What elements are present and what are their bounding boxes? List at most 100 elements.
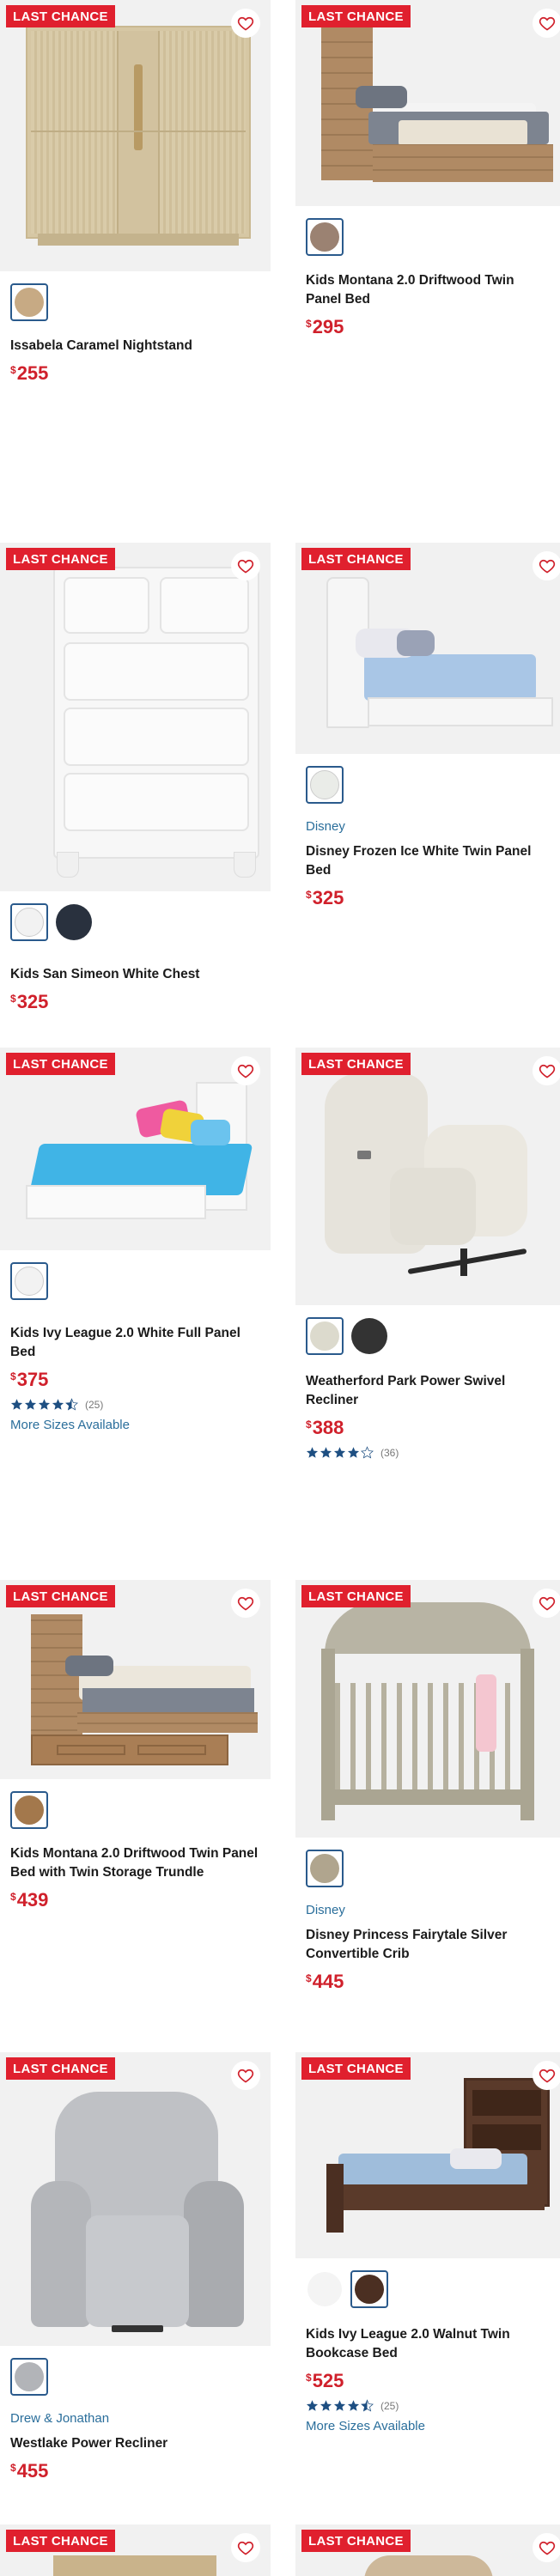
- product-rating[interactable]: (25): [306, 2399, 550, 2412]
- color-swatch[interactable]: [55, 903, 93, 941]
- star-full-icon: [38, 1399, 51, 1410]
- color-swatch[interactable]: [306, 766, 344, 804]
- price-value: 445: [312, 1971, 344, 1992]
- product-image[interactable]: LAST CHANCE: [0, 543, 271, 891]
- swatch-color-dot: [310, 222, 339, 252]
- color-swatches: [10, 903, 271, 941]
- star-full-icon: [320, 2400, 332, 2411]
- product-card[interactable]: LAST CHANCE Issabela Caramel Nightstand …: [0, 0, 271, 385]
- product-image[interactable]: LAST CHANCE: [295, 1580, 560, 1838]
- last-chance-badge: LAST CHANCE: [6, 5, 115, 27]
- product-image[interactable]: LAST CHANCE: [0, 2524, 271, 2576]
- more-sizes-link[interactable]: More Sizes Available: [10, 1418, 260, 1432]
- price-value: 388: [312, 1417, 344, 1438]
- swatch-color-dot: [310, 1321, 339, 1351]
- color-swatch[interactable]: [10, 1262, 48, 1300]
- product-price: $325: [306, 887, 550, 909]
- last-chance-badge: LAST CHANCE: [6, 548, 115, 570]
- star-full-icon: [320, 1447, 332, 1458]
- product-card[interactable]: LAST CHANCE Kids San Simeon White Chest …: [0, 543, 271, 1013]
- product-rating[interactable]: (36): [306, 1446, 550, 1459]
- color-swatch[interactable]: [10, 283, 48, 321]
- product-title[interactable]: Disney Frozen Ice White Twin Panel Bed: [306, 842, 550, 880]
- product-card[interactable]: LAST CHANCE Drew & Jonathan Westlake Pow…: [0, 2052, 271, 2482]
- product-image[interactable]: LAST CHANCE: [295, 543, 560, 754]
- favorite-heart-icon[interactable]: [533, 2061, 560, 2090]
- color-swatch[interactable]: [10, 2358, 48, 2396]
- color-swatch[interactable]: [10, 1791, 48, 1829]
- review-count: (25): [85, 1398, 104, 1411]
- favorite-heart-icon[interactable]: [533, 9, 560, 38]
- product-card[interactable]: LAST CHANCE: [0, 2524, 271, 2576]
- color-swatch[interactable]: [350, 2270, 388, 2308]
- last-chance-badge: LAST CHANCE: [301, 1053, 411, 1075]
- product-image[interactable]: LAST CHANCE: [295, 2052, 560, 2258]
- product-card[interactable]: LAST CHANCE Kids Ivy League 2.0 Walnut T…: [295, 2052, 560, 2433]
- product-card[interactable]: LAST CHANCE: [295, 2524, 560, 2576]
- product-card[interactable]: LAST CHANCE Disney Disney Frozen Ice Whi…: [295, 543, 560, 909]
- currency-symbol: $: [306, 318, 312, 330]
- favorite-heart-icon[interactable]: [533, 2533, 560, 2562]
- product-title[interactable]: Weatherford Park Power Swivel Recliner: [306, 1372, 550, 1410]
- product-card[interactable]: LAST CHANCE Kids Montana 2.0 Driftwood T…: [295, 0, 560, 338]
- product-card[interactable]: LAST CHANCE Kids Montana 2.0 Driftwood T…: [0, 1580, 271, 1911]
- favorite-heart-icon[interactable]: [231, 2533, 260, 2562]
- product-title[interactable]: Westlake Power Recliner: [10, 2434, 260, 2453]
- swatch-color-dot: [351, 1318, 387, 1354]
- rating-stars: [306, 2399, 374, 2412]
- star-full-icon: [347, 1447, 360, 1458]
- last-chance-badge: LAST CHANCE: [6, 1053, 115, 1075]
- last-chance-badge: LAST CHANCE: [301, 548, 411, 570]
- favorite-heart-icon[interactable]: [231, 9, 260, 38]
- product-rating[interactable]: (25): [10, 1398, 260, 1411]
- favorite-heart-icon[interactable]: [231, 1056, 260, 1085]
- product-title[interactable]: Kids Montana 2.0 Driftwood Twin Panel Be…: [306, 271, 550, 309]
- favorite-heart-icon[interactable]: [231, 1589, 260, 1618]
- product-title[interactable]: Kids Ivy League 2.0 White Full Panel Bed: [10, 1324, 260, 1362]
- color-swatch[interactable]: [306, 2270, 344, 2308]
- currency-symbol: $: [10, 993, 16, 1005]
- last-chance-badge: LAST CHANCE: [6, 2057, 115, 2080]
- product-brand[interactable]: Disney: [306, 1903, 550, 1917]
- star-full-icon: [306, 2400, 319, 2411]
- product-title[interactable]: Kids Montana 2.0 Driftwood Twin Panel Be…: [10, 1844, 260, 1882]
- product-image[interactable]: LAST CHANCE: [0, 2052, 271, 2346]
- more-sizes-link[interactable]: More Sizes Available: [306, 2419, 550, 2433]
- product-image[interactable]: LAST CHANCE: [0, 0, 271, 271]
- product-image[interactable]: LAST CHANCE: [0, 1048, 271, 1250]
- product-title[interactable]: Issabela Caramel Nightstand: [10, 337, 260, 355]
- color-swatch[interactable]: [306, 1850, 344, 1887]
- product-card[interactable]: LAST CHANCE Disney Disney Princess Fairy…: [295, 1580, 560, 1993]
- product-brand[interactable]: Disney: [306, 819, 550, 834]
- product-title[interactable]: Disney Princess Fairytale Silver Convert…: [306, 1926, 550, 1964]
- color-swatches: [10, 2358, 271, 2396]
- star-full-icon: [24, 1399, 37, 1410]
- price-value: 455: [16, 2460, 49, 2482]
- product-brand[interactable]: Drew & Jonathan: [10, 2411, 260, 2426]
- product-image[interactable]: LAST CHANCE: [295, 1048, 560, 1305]
- color-swatch[interactable]: [10, 903, 48, 941]
- product-image[interactable]: LAST CHANCE: [295, 0, 560, 206]
- product-title[interactable]: Kids Ivy League 2.0 Walnut Twin Bookcase…: [306, 2325, 550, 2363]
- product-title[interactable]: Kids San Simeon White Chest: [10, 965, 260, 984]
- price-value: 295: [312, 316, 344, 337]
- color-swatch[interactable]: [350, 1317, 388, 1355]
- last-chance-badge: LAST CHANCE: [6, 2530, 115, 2552]
- color-swatch[interactable]: [306, 218, 344, 256]
- product-card[interactable]: LAST CHANCE Weatherford Park Power Swive…: [295, 1048, 560, 1459]
- favorite-heart-icon[interactable]: [533, 551, 560, 580]
- review-count: (36): [380, 1446, 399, 1459]
- currency-symbol: $: [10, 364, 16, 376]
- product-card[interactable]: LAST CHANCE Kids Ivy League 2.0 White Fu…: [0, 1048, 271, 1432]
- favorite-heart-icon[interactable]: [231, 551, 260, 580]
- last-chance-badge: LAST CHANCE: [301, 1585, 411, 1607]
- product-image[interactable]: LAST CHANCE: [0, 1580, 271, 1779]
- currency-symbol: $: [10, 2462, 16, 2474]
- price-value: 325: [312, 887, 344, 908]
- product-image[interactable]: LAST CHANCE: [295, 2524, 560, 2576]
- favorite-heart-icon[interactable]: [533, 1056, 560, 1085]
- price-value: 439: [16, 1889, 49, 1911]
- color-swatch[interactable]: [306, 1317, 344, 1355]
- favorite-heart-icon[interactable]: [533, 1589, 560, 1618]
- favorite-heart-icon[interactable]: [231, 2061, 260, 2090]
